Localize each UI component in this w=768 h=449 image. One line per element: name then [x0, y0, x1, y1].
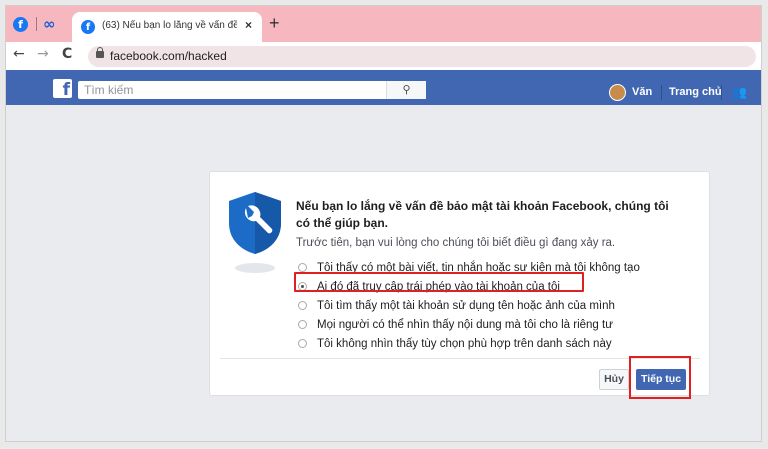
profile-name-link[interactable]: Văn	[632, 86, 652, 98]
search-input[interactable]	[84, 83, 384, 97]
highlight-annotation-button	[629, 356, 691, 399]
cancel-button[interactable]: Hủy	[599, 369, 629, 390]
security-dialog: Nếu bạn lo lắng về vấn đề bảo mật tài kh…	[209, 171, 710, 399]
search-box[interactable]: ⚲	[78, 81, 426, 99]
reason-option-impersonation[interactable]: Tôi tìm thấy một tài khoản sử dụng tên h…	[298, 296, 698, 315]
radio-button[interactable]	[298, 320, 307, 329]
facebook-logo-icon[interactable]: f	[53, 79, 72, 100]
forward-button[interactable]: →	[37, 46, 49, 62]
tab-title: (63) Nếu bạn lo lắng về vấn đề bảo mật t…	[102, 20, 237, 31]
home-link[interactable]: Trang chủ	[669, 86, 722, 98]
shield-shadow	[235, 263, 275, 273]
friends-icon[interactable]: 👥	[732, 85, 747, 99]
facebook-tab-icon[interactable]: f	[13, 17, 28, 32]
browser-window: f ∞ f (63) Nếu bạn lo lắng về vấn đề bảo…	[5, 5, 762, 442]
tab-strip: f ∞ f (63) Nếu bạn lo lắng về vấn đề bảo…	[6, 6, 761, 42]
header-divider	[661, 85, 662, 100]
radio-button[interactable]	[298, 301, 307, 310]
reload-button[interactable]: C	[62, 46, 72, 62]
address-bar[interactable]: facebook.com/hacked	[88, 46, 756, 67]
active-tab[interactable]: f (63) Nếu bạn lo lắng về vấn đề bảo mật…	[72, 12, 262, 42]
highlight-annotation-option	[294, 272, 584, 292]
option-label: Tôi không nhìn thấy tùy chọn phù hợp trê…	[317, 337, 612, 350]
reason-option-other[interactable]: Tôi không nhìn thấy tùy chọn phù hợp trê…	[298, 334, 698, 353]
option-label: Tôi tìm thấy một tài khoản sử dụng tên h…	[317, 299, 615, 312]
option-label: Mọi người có thể nhìn thấy nội dung mà t…	[317, 318, 613, 331]
facebook-favicon-icon: f	[81, 20, 95, 34]
address-url[interactable]: facebook.com/hacked	[110, 49, 227, 63]
dialog-divider	[220, 358, 700, 359]
avatar[interactable]	[609, 84, 626, 101]
dialog-heading: Nếu bạn lo lắng về vấn đề bảo mật tài kh…	[296, 199, 669, 230]
radio-button[interactable]	[298, 339, 307, 348]
radio-button[interactable]	[298, 263, 307, 272]
address-row: ← → C facebook.com/hacked	[6, 42, 761, 70]
lock-icon	[96, 47, 104, 58]
close-tab-icon[interactable]: ×	[245, 18, 252, 32]
facebook-header: f ⚲ Văn Trang chủ 👥	[6, 70, 761, 105]
meta-icon[interactable]: ∞	[43, 15, 56, 33]
tab-separator	[36, 17, 37, 31]
shield-wrench-icon	[229, 192, 281, 254]
back-button[interactable]: ←	[13, 46, 25, 62]
search-icon[interactable]: ⚲	[386, 81, 426, 99]
reason-option-privacy[interactable]: Mọi người có thể nhìn thấy nội dung mà t…	[298, 315, 698, 334]
dialog-intro: Trước tiên, bạn vui lòng cho chúng tôi b…	[296, 237, 616, 249]
new-tab-button[interactable]: +	[269, 13, 280, 34]
header-divider	[721, 85, 722, 100]
